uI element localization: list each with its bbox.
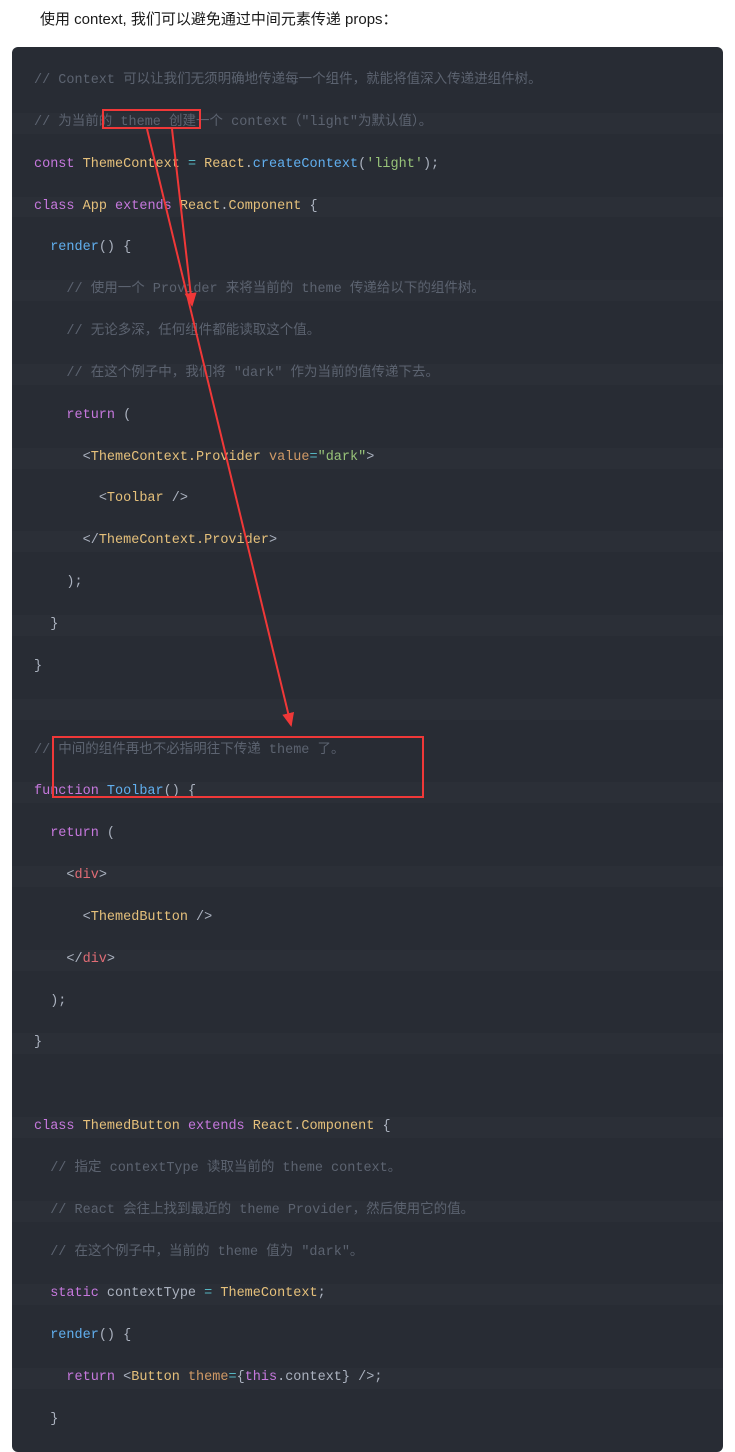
- intro-text: 使用 context, 我们可以避免通过中间元素传递 props：: [0, 0, 735, 47]
- comment-line: // Context 可以让我们无须明确地传递每一个组件，就能将值深入传递进组件…: [34, 73, 542, 88]
- highlight-box-themecontext: [102, 109, 201, 129]
- code-block: // Context 可以让我们无须明确地传递每一个组件，就能将值深入传递进组件…: [12, 47, 723, 1452]
- comment-line: // 为当前的 theme 创建一个 context（"light"为默认值）。: [34, 115, 432, 130]
- highlight-box-render: [52, 736, 424, 798]
